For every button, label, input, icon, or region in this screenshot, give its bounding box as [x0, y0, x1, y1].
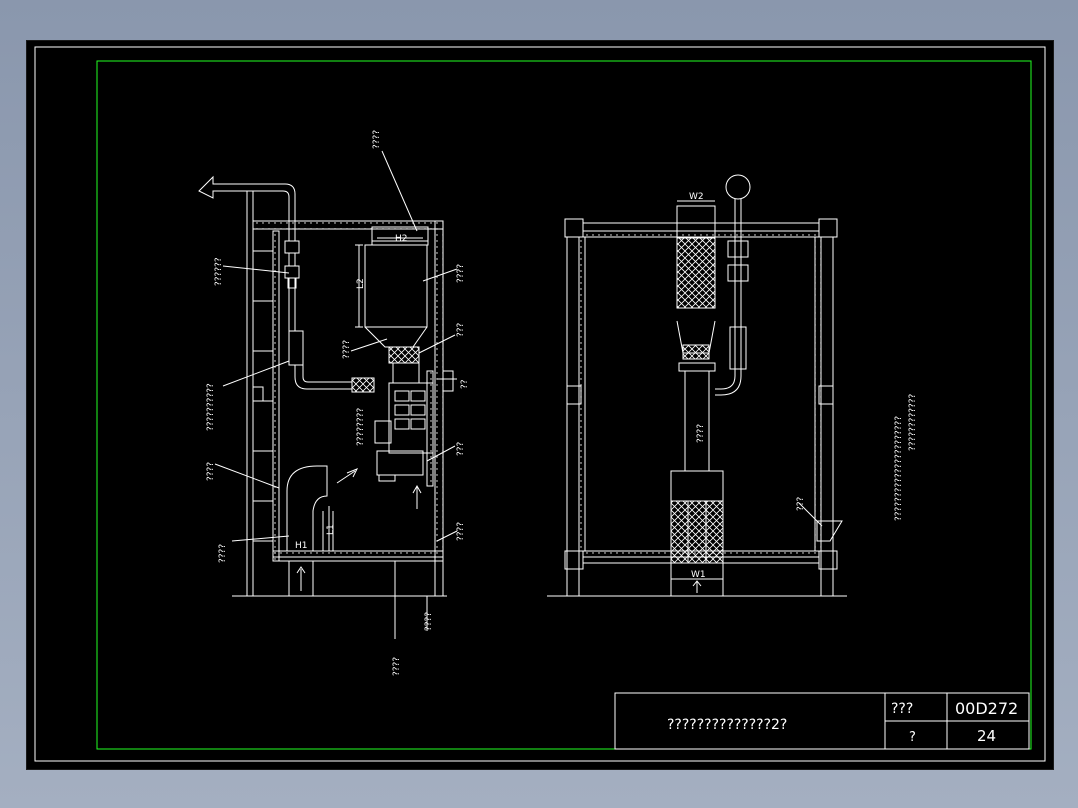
dim-h2: H2	[395, 234, 408, 244]
dim-h1: H1	[295, 541, 308, 551]
left-callout-unit: ????	[456, 264, 466, 283]
title-label-a: ???	[891, 701, 913, 717]
dim-w1: W1	[691, 570, 706, 580]
dim-w2: W2	[689, 192, 704, 202]
dim-l2: L2	[356, 278, 366, 289]
note-line-2: ????????????	[908, 393, 918, 451]
right-callout-body: ????	[696, 424, 706, 443]
right-callout-hopper: ???	[796, 496, 806, 511]
left-callout-bottom-axis: ????	[392, 657, 402, 676]
left-callout-fan-left: ????	[342, 340, 352, 359]
cad-viewport[interactable]: ???? ?????? ?????????? ???? ???? ???? ??…	[26, 40, 1054, 770]
title-value-b: 24	[977, 727, 996, 745]
left-callout-valve: ??	[460, 379, 470, 389]
left-callout-motor: ????????	[356, 408, 366, 446]
left-section-view	[198, 150, 458, 639]
note-line-1: ??????????????????????	[894, 416, 904, 521]
left-callout-duct: ??????	[214, 257, 224, 286]
left-callout-base: ???	[456, 441, 466, 456]
drawing-title: ??????????????2?	[667, 717, 787, 733]
outer-frame	[34, 46, 1046, 762]
left-callout-fan: ???	[456, 322, 466, 337]
left-callout-pipe: ??????????	[206, 383, 216, 431]
right-section-view	[547, 174, 847, 597]
left-callout-wall: ????	[206, 462, 216, 481]
left-callout-ground: ????	[424, 612, 434, 631]
left-callout-floor: ????	[218, 544, 228, 563]
left-callout-top: ????	[372, 130, 382, 149]
left-callout-right-bottom: ????	[456, 522, 466, 541]
dim-l1: L1	[326, 524, 336, 535]
cad-drawing: ???? ?????? ?????????? ???? ???? ???? ??…	[34, 46, 1046, 762]
title-value-a: 00D272	[955, 699, 1018, 718]
drawing-border	[96, 60, 1032, 750]
title-label-b: ?	[909, 730, 916, 745]
